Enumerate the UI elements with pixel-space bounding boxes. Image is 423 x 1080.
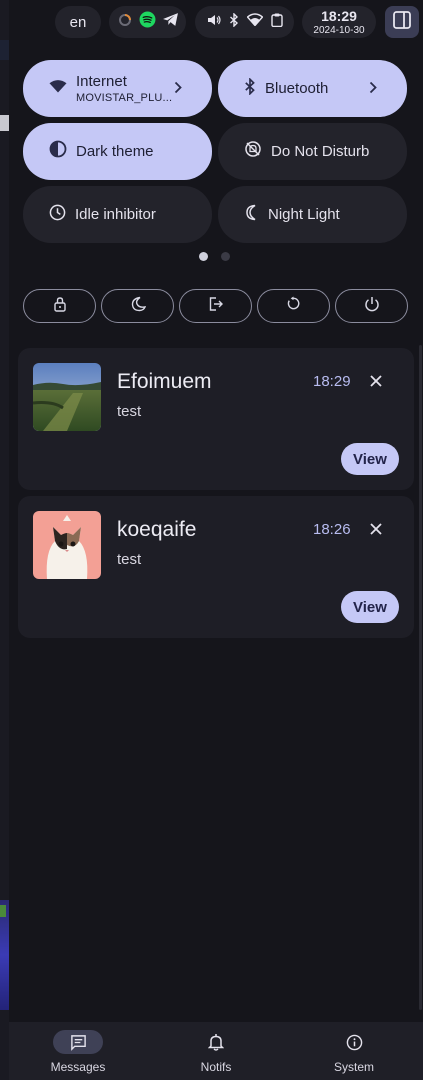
tile-dark-theme[interactable]: Dark theme: [23, 123, 212, 180]
info-icon: [329, 1030, 379, 1054]
language-indicator[interactable]: en: [55, 6, 101, 38]
lock-button[interactable]: [23, 289, 96, 323]
sidebar-toggle-button[interactable]: [385, 6, 419, 38]
control-center-panel: en 18:29 2024-10-30 Internet MOVISTAR_PL…: [9, 0, 423, 1080]
bluetooth-icon: [229, 11, 239, 32]
scrollbar[interactable]: [419, 345, 422, 1010]
bell-icon: [191, 1030, 241, 1054]
notification-thumbnail: [33, 363, 101, 431]
notification-title: koeqaife: [117, 518, 197, 541]
bluetooth-icon: [244, 76, 256, 100]
bell-off-icon: [244, 140, 262, 163]
contrast-icon: [49, 140, 67, 163]
page-indicator: [199, 252, 230, 261]
nav-messages[interactable]: Messages: [9, 1022, 147, 1080]
clock-date: 2024-10-30: [313, 24, 365, 36]
notification-card[interactable]: koeqaife test 18:26 View: [18, 496, 414, 638]
chevron-right-icon[interactable]: [174, 81, 182, 99]
notification-title: Efoimuem: [117, 370, 212, 393]
power-icon: [364, 296, 380, 317]
restart-icon: [286, 296, 301, 316]
tile-internet-label: Internet: [76, 73, 127, 90]
close-icon[interactable]: [367, 372, 385, 390]
system-status[interactable]: [195, 6, 294, 38]
tile-bluetooth[interactable]: Bluetooth: [218, 60, 407, 117]
page-dot-1[interactable]: [199, 252, 208, 261]
tile-dark-theme-label: Dark theme: [76, 143, 154, 160]
spotify-icon[interactable]: [139, 11, 156, 33]
tile-do-not-disturb[interactable]: Do Not Disturb: [218, 123, 407, 180]
notification-body: test: [117, 403, 142, 420]
volume-icon: [207, 13, 221, 32]
clock-icon: [49, 204, 66, 226]
notification-time: 18:26: [313, 521, 351, 538]
tile-internet[interactable]: Internet MOVISTAR_PLU...: [23, 60, 212, 117]
logout-button[interactable]: [179, 289, 252, 323]
top-bar: en 18:29 2024-10-30: [9, 0, 423, 44]
notification-body: test: [117, 551, 142, 568]
desktop-background: [0, 0, 9, 1080]
sidebar-icon: [393, 10, 411, 34]
tile-night-light-label: Night Light: [268, 206, 340, 223]
nav-messages-label: Messages: [50, 1060, 106, 1074]
telegram-icon[interactable]: [162, 12, 179, 32]
tile-idle-inhibitor-label: Idle inhibitor: [75, 206, 156, 223]
wifi-icon: [245, 13, 264, 31]
sleep-button[interactable]: [101, 289, 174, 323]
nav-notifs[interactable]: Notifs: [147, 1022, 285, 1080]
lock-icon: [53, 296, 67, 317]
tile-bluetooth-label: Bluetooth: [265, 80, 329, 97]
view-button[interactable]: View: [341, 443, 399, 475]
view-button[interactable]: View: [341, 591, 399, 623]
clipboard-icon: [270, 13, 283, 32]
restart-button[interactable]: [257, 289, 330, 323]
loader-icon[interactable]: [117, 12, 133, 33]
tile-do-not-disturb-label: Do Not Disturb: [271, 143, 370, 160]
power-button[interactable]: [335, 289, 408, 323]
moon-icon: [244, 204, 259, 226]
clock[interactable]: 18:29 2024-10-30: [302, 6, 376, 38]
message-icon: [53, 1030, 103, 1054]
tile-idle-inhibitor[interactable]: Idle inhibitor: [23, 186, 212, 243]
nav-system[interactable]: System: [285, 1022, 423, 1080]
nav-notifs-label: Notifs: [200, 1060, 232, 1074]
close-icon[interactable]: [367, 520, 385, 538]
tile-internet-network: MOVISTAR_PLU...: [76, 92, 173, 104]
sleep-icon: [130, 296, 146, 317]
wifi-icon: [49, 79, 67, 98]
nav-system-label: System: [333, 1060, 374, 1074]
page-dot-2[interactable]: [221, 252, 230, 261]
notification-time: 18:29: [313, 373, 351, 390]
clock-time: 18:29: [321, 7, 357, 24]
logout-icon: [208, 296, 224, 317]
bottom-navigation: Messages Notifs System: [9, 1022, 423, 1080]
system-tray: [109, 6, 186, 38]
chevron-right-icon[interactable]: [369, 81, 377, 99]
notification-card[interactable]: Efoimuem test 18:29 View: [18, 348, 414, 490]
tile-night-light[interactable]: Night Light: [218, 186, 407, 243]
notification-avatar: [33, 511, 101, 579]
